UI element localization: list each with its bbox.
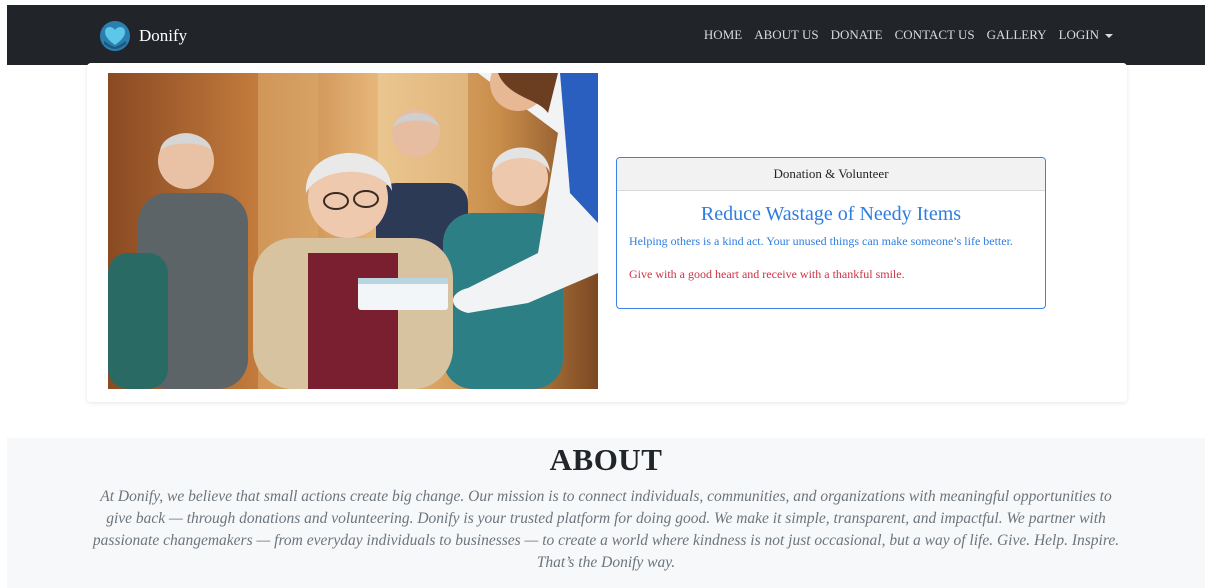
photo-elderly-donation [108, 73, 598, 389]
donation-info-card: Donation & Volunteer Reduce Wastage of N… [616, 157, 1046, 309]
nav-login-dropdown[interactable]: LOGIN [1059, 27, 1113, 43]
card-title: Reduce Wastage of Needy Items [700, 203, 962, 225]
hero-photo [108, 73, 598, 389]
about-title: ABOUT [549, 442, 663, 477]
card-quote: Give with a good heart and receive with … [629, 267, 905, 281]
card-header: Donation & Volunteer [617, 158, 1045, 191]
nav-login-label: LOGIN [1058, 27, 1099, 42]
brand-name: Donify [139, 26, 188, 45]
about-text: At Donify, we believe that small actions… [92, 488, 1120, 571]
heart-hands-icon [100, 21, 130, 51]
nav-gallery[interactable]: GALLERY [987, 27, 1047, 43]
nav-about-us[interactable]: ABOUT US [754, 27, 818, 43]
nav-home[interactable]: HOME [704, 27, 742, 43]
brand-link[interactable]: Donify [99, 17, 187, 55]
caret-down-icon [1105, 34, 1113, 39]
card-text: Helping others is a kind act. Your unuse… [629, 234, 1013, 248]
navbar: Donify HOME ABOUT US DONATE CONTACT US G… [7, 5, 1205, 65]
about-section: ABOUT At Donify, we believe that small a… [7, 438, 1205, 588]
nav-contact-us[interactable]: CONTACT US [895, 27, 975, 43]
nav-donate[interactable]: DONATE [831, 27, 883, 43]
nav-links: HOME ABOUT US DONATE CONTACT US GALLERY … [692, 5, 1113, 65]
